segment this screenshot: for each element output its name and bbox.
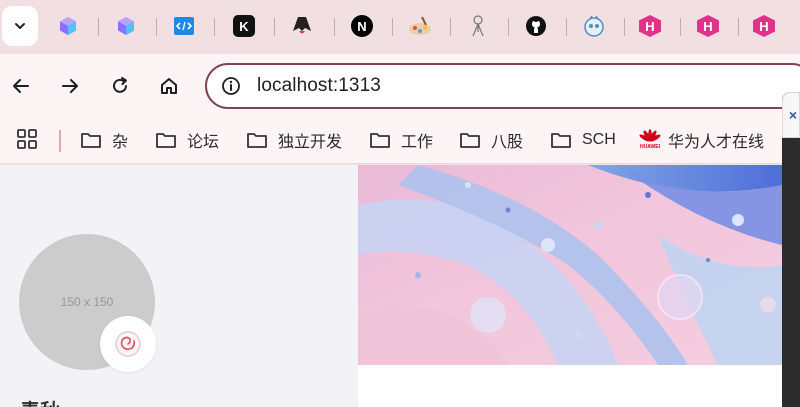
hexo-logo-icon: H — [753, 15, 775, 37]
robot-face-icon — [584, 15, 604, 37]
address-bar[interactable]: localhost:1313 — [205, 63, 800, 109]
bookmark-label: 杂 — [112, 134, 129, 151]
gradient-cube-icon — [118, 17, 134, 35]
arrow-left-icon — [13, 79, 29, 93]
gradient-cube-icon — [60, 17, 76, 35]
avatar-emoji-badge — [100, 316, 156, 372]
tab-8[interactable] — [450, 6, 506, 46]
close-icon[interactable]: × — [789, 107, 797, 123]
bookmark-folder-misc[interactable]: 杂 — [80, 126, 128, 154]
author-name: 青秋 — [20, 395, 60, 407]
tab-5[interactable] — [274, 6, 330, 46]
hexo-logo-icon: H — [697, 15, 719, 37]
profile-sidebar: 150 x 150 青秋 — [0, 165, 358, 407]
bookmarks-bar: 杂 论坛 独立开发 工作 八股 SCH HUAWEI 华为人才在线 — [0, 118, 800, 164]
tab-12[interactable]: H — [680, 6, 736, 46]
tab-search-button[interactable] — [2, 6, 38, 46]
folder-icon — [156, 133, 176, 148]
anime-figure-icon — [472, 15, 484, 37]
address-url[interactable]: localhost:1313 — [257, 75, 381, 97]
tab-4[interactable]: K — [216, 6, 272, 46]
naruto-swirl-icon — [115, 331, 141, 357]
tab-separator — [214, 18, 215, 36]
github-icon — [526, 16, 546, 36]
arrow-right-icon — [62, 79, 78, 93]
folder-icon — [551, 133, 571, 148]
bookmark-folder-sch[interactable]: SCH — [550, 126, 616, 154]
tab-7[interactable] — [392, 6, 448, 46]
info-icon[interactable] — [221, 76, 241, 96]
hero-image — [358, 165, 782, 365]
nextjs-logo-icon: N — [351, 15, 373, 37]
home-button[interactable] — [153, 70, 185, 102]
reload-icon — [113, 77, 127, 93]
huawei-logo-text: HUAWEI — [640, 144, 660, 150]
astro-logo-icon — [293, 17, 311, 34]
bookmark-label: SCH — [582, 131, 616, 148]
avatar-placeholder-text: 150 x 150 — [60, 295, 114, 309]
bookmark-folder-indie-dev[interactable]: 独立开发 — [246, 126, 342, 154]
reload-button[interactable] — [104, 70, 136, 102]
bookmark-label: 华为人才在线 — [668, 134, 765, 151]
bookmarks-separator — [59, 130, 61, 152]
code-window-icon — [174, 17, 194, 35]
forward-button[interactable] — [54, 70, 86, 102]
folder-icon — [370, 133, 390, 148]
back-button[interactable] — [5, 70, 37, 102]
tab-9[interactable] — [508, 6, 564, 46]
side-panel — [782, 92, 800, 407]
home-icon — [161, 78, 177, 94]
tab-3[interactable] — [156, 6, 212, 46]
bookmark-label: 工作 — [401, 134, 434, 151]
tab-2[interactable] — [98, 6, 154, 46]
painting-icon — [409, 16, 431, 35]
page-content: 150 x 150 青秋 — [0, 165, 800, 407]
k-logo-icon: K — [233, 15, 255, 37]
hexo-logo-icon: H — [639, 15, 661, 37]
browser-toolbar: localhost:1313 — [0, 54, 800, 118]
side-panel-header: × — [782, 92, 800, 138]
tab-strip: K N H H H — [0, 0, 800, 54]
folder-icon — [460, 133, 480, 148]
huawei-logo-icon: HUAWEI — [638, 129, 662, 151]
chevron-down-icon — [15, 23, 25, 29]
bookmark-huawei-talent[interactable]: HUAWEI 华为人才在线 — [638, 126, 764, 154]
apps-grid-icon[interactable] — [16, 128, 38, 150]
folder-icon — [247, 133, 267, 148]
bookmark-label: 八股 — [491, 134, 524, 151]
bookmark-folder-forum[interactable]: 论坛 — [155, 126, 219, 154]
article-body — [358, 365, 782, 407]
tab-13[interactable]: H — [736, 6, 792, 46]
tab-6[interactable]: N — [334, 6, 390, 46]
tab-10[interactable] — [566, 6, 622, 46]
bookmark-folder-work[interactable]: 工作 — [369, 126, 433, 154]
bookmark-label: 论坛 — [187, 134, 220, 151]
folder-icon — [81, 133, 101, 148]
tab-11[interactable]: H — [622, 6, 678, 46]
tab-1[interactable] — [40, 6, 96, 46]
bookmark-label: 独立开发 — [278, 134, 343, 151]
bookmark-folder-bagu[interactable]: 八股 — [459, 126, 523, 154]
